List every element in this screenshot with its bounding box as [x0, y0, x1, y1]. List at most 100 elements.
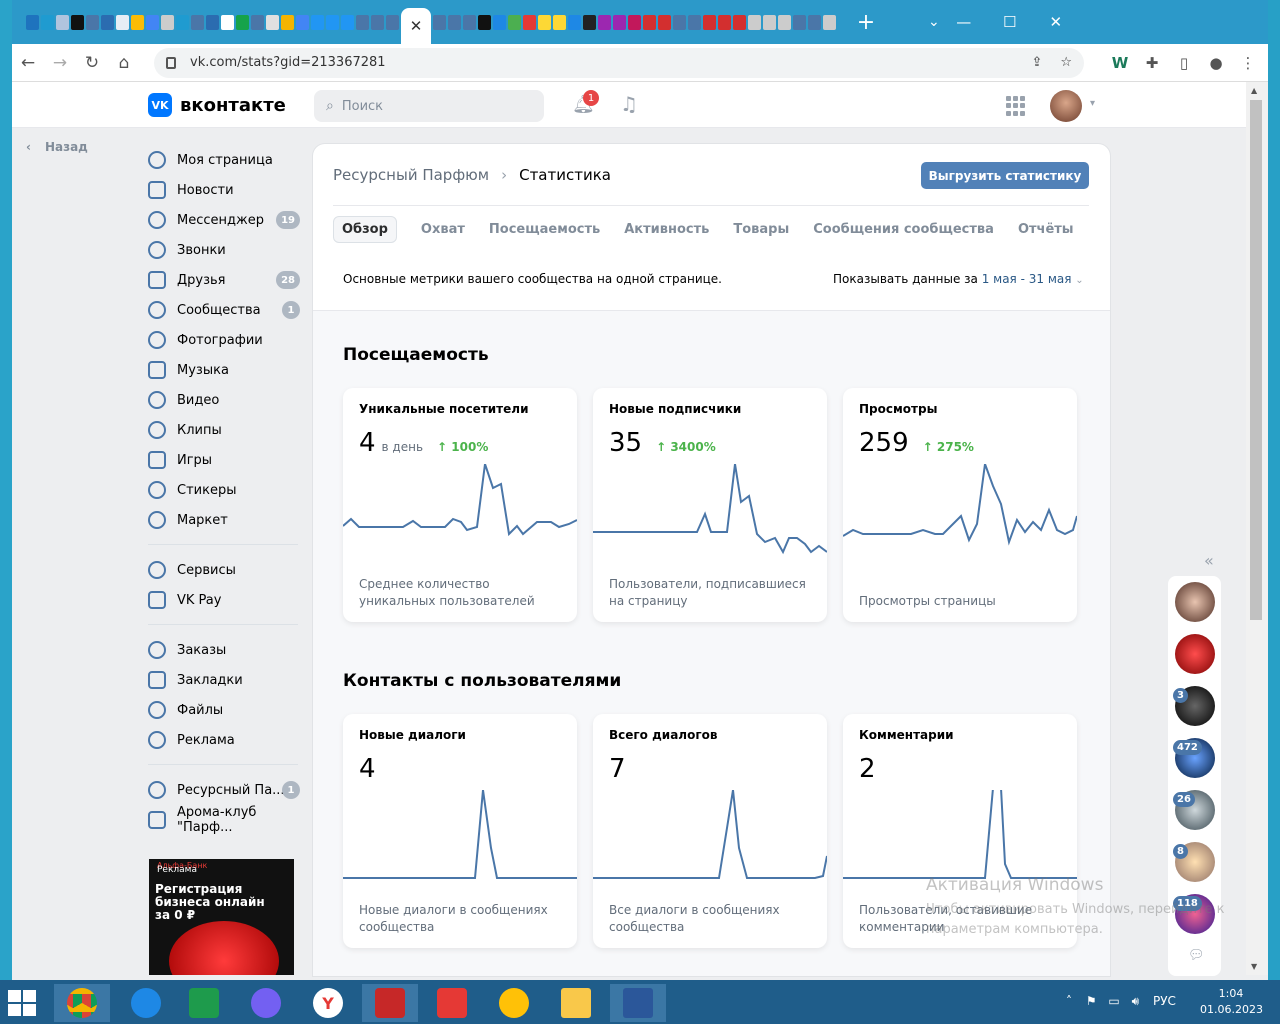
chat-avatar[interactable]	[1175, 582, 1215, 622]
stats-tab[interactable]: Товары	[733, 222, 789, 243]
right-tab-favicon-15[interactable]	[658, 14, 671, 30]
sidebar-item[interactable]: Сервисы	[148, 555, 308, 585]
tray-network-icon[interactable]: ▭	[1108, 994, 1119, 1008]
sidebar-item[interactable]: Заказы	[148, 635, 308, 665]
right-tab-favicon-8[interactable]	[553, 14, 566, 30]
tray-volume-icon[interactable]: 🔊︎	[1132, 994, 1140, 1008]
sidebar-item[interactable]: VK Pay	[148, 585, 308, 615]
close-window-icon[interactable]: ✕	[1034, 13, 1078, 31]
tray-flag-icon[interactable]: ⚑	[1086, 994, 1097, 1008]
right-tab-favicon-23[interactable]	[778, 14, 791, 30]
back-link[interactable]: ‹ Назад	[26, 140, 88, 154]
stats-tab[interactable]: Посещаемость	[489, 222, 600, 243]
search-input[interactable]: ⌕ Поиск	[314, 90, 544, 122]
sidebar-item[interactable]: Арома-клуб "Парф...	[148, 805, 308, 835]
extensions-puzzle-icon[interactable]: ✚	[1136, 54, 1168, 72]
sidebar-item[interactable]: Моя страница	[148, 145, 308, 175]
left-tab-favicon-7[interactable]	[131, 14, 144, 30]
period-selector[interactable]: Показывать данные за 1 мая - 31 мая ⌄	[833, 272, 1084, 286]
taskbar-chrome-icon[interactable]	[54, 984, 110, 1022]
stats-tab[interactable]: Охват	[421, 222, 465, 243]
sidebar-item[interactable]: Сообщества 1	[148, 295, 308, 325]
stat-card[interactable]: Новые подписчики 35 ↑ 3400% Пользователи, п…	[593, 388, 827, 622]
left-tab-favicon-21[interactable]	[341, 14, 354, 30]
extension-w-icon[interactable]: W	[1104, 54, 1136, 72]
left-tab-favicon-22[interactable]	[356, 14, 369, 30]
taskbar-explorer-icon[interactable]	[548, 984, 604, 1022]
left-tab-favicon-14[interactable]	[236, 14, 249, 30]
scroll-down-icon[interactable]: ▼	[1251, 962, 1257, 971]
sidebar-item[interactable]: Клипы	[148, 415, 308, 445]
page-scrollbar[interactable]: ▲ ▼	[1246, 82, 1268, 975]
left-tab-favicon-15[interactable]	[251, 14, 264, 30]
right-tab-favicon-21[interactable]	[748, 14, 761, 30]
left-tab-favicon-12[interactable]	[206, 14, 219, 30]
sidebar-item[interactable]: Маркет	[148, 505, 308, 535]
stat-card[interactable]: Всего диалогов 7 Все диалоги в сообщениях …	[593, 714, 827, 948]
right-tab-favicon-2[interactable]	[463, 14, 476, 30]
sidebar-item[interactable]: Мессенджер 19	[148, 205, 308, 235]
right-tab-favicon-14[interactable]	[643, 14, 656, 30]
user-avatar[interactable]	[1050, 90, 1082, 122]
forward-arrow-icon[interactable]: →	[44, 53, 76, 73]
left-tab-favicon-23[interactable]	[371, 14, 384, 30]
right-tab-favicon-16[interactable]	[673, 14, 686, 30]
left-tab-favicon-11[interactable]	[191, 14, 204, 30]
left-tab-favicon-16[interactable]	[266, 14, 279, 30]
bookmark-star-icon[interactable]: ☆	[1060, 55, 1072, 70]
sidebar-item[interactable]: Игры	[148, 445, 308, 475]
home-icon[interactable]: ⌂	[108, 53, 140, 73]
left-tab-favicon-24[interactable]	[386, 14, 399, 30]
right-tab-favicon-3[interactable]	[478, 14, 491, 30]
right-tab-favicon-5[interactable]	[508, 14, 521, 30]
chat-icon[interactable]: 💬︎	[1188, 948, 1205, 963]
taskbar-viber-icon[interactable]	[238, 984, 294, 1022]
export-stats-button[interactable]: Выгрузить статистику	[921, 162, 1089, 189]
left-tab-favicon-1[interactable]	[41, 14, 54, 30]
left-tab-favicon-3[interactable]	[71, 14, 84, 30]
taskbar-winrar-icon[interactable]	[362, 984, 418, 1022]
right-tab-favicon-6[interactable]	[523, 14, 536, 30]
sidebar-item[interactable]: Друзья 28	[148, 265, 308, 295]
breadcrumb-group-link[interactable]: Ресурсный Парфюм	[333, 166, 489, 184]
right-tab-favicon-20[interactable]	[733, 14, 746, 30]
chevron-down-icon[interactable]: ▾	[1090, 98, 1095, 109]
tray-language[interactable]: РУС	[1153, 994, 1176, 1008]
left-tab-favicon-20[interactable]	[326, 14, 339, 30]
tab-search-chevron-icon[interactable]: ⌄	[928, 14, 940, 30]
sidebar-item[interactable]: Закладки	[148, 665, 308, 695]
left-tab-favicon-18[interactable]	[296, 14, 309, 30]
right-tab-favicon-25[interactable]	[808, 14, 821, 30]
left-tab-favicon-17[interactable]	[281, 14, 294, 30]
music-note-icon[interactable]: ♫	[620, 92, 638, 116]
scrollbar-thumb[interactable]	[1250, 100, 1262, 620]
right-tab-favicon-19[interactable]	[718, 14, 731, 30]
right-tab-favicon-24[interactable]	[793, 14, 806, 30]
minimize-icon[interactable]: —	[942, 13, 986, 31]
left-tab-favicon-9[interactable]	[161, 14, 174, 30]
back-arrow-icon[interactable]: ←	[12, 53, 44, 73]
stat-card[interactable]: Просмотры 259 ↑ 275% Просмотры страницы	[843, 388, 1077, 622]
left-tab-favicon-2[interactable]	[56, 14, 69, 30]
period-value[interactable]: 1 мая - 31 мая	[982, 272, 1072, 286]
collapse-chats-icon[interactable]: «	[1204, 551, 1214, 570]
profile-icon[interactable]: ●	[1200, 54, 1232, 72]
stat-card[interactable]: Уникальные посетители 4 в день ↑ 100% Средне…	[343, 388, 577, 622]
right-tab-favicon-26[interactable]	[823, 14, 836, 30]
side-panel-icon[interactable]: ▯	[1168, 54, 1200, 72]
right-tab-favicon-17[interactable]	[688, 14, 701, 30]
system-tray[interactable]: ˄ ⚑ ▭ 🔊︎ РУС	[1066, 994, 1176, 1009]
sidebar-item[interactable]: Реклама	[148, 725, 308, 755]
apps-grid-icon[interactable]	[1006, 96, 1026, 116]
vk-logo[interactable]: VK вконтакте	[148, 93, 286, 117]
sidebar-item[interactable]: Фотографии	[148, 325, 308, 355]
share-icon[interactable]: ⇪	[1031, 55, 1042, 70]
right-tab-favicon-22[interactable]	[763, 14, 776, 30]
sidebar-ad[interactable]: Альфа-Банк Реклама Регистрация бизнеса о…	[149, 859, 294, 975]
sidebar-item[interactable]: Ресурсный Па... 1	[148, 775, 308, 805]
right-tab-favicon-13[interactable]	[628, 14, 641, 30]
stats-tab[interactable]: Обзор	[333, 216, 397, 243]
right-tab-favicon-4[interactable]	[493, 14, 506, 30]
left-tab-favicon-8[interactable]	[146, 14, 159, 30]
tray-chevron-icon[interactable]: ˄	[1066, 994, 1072, 1008]
